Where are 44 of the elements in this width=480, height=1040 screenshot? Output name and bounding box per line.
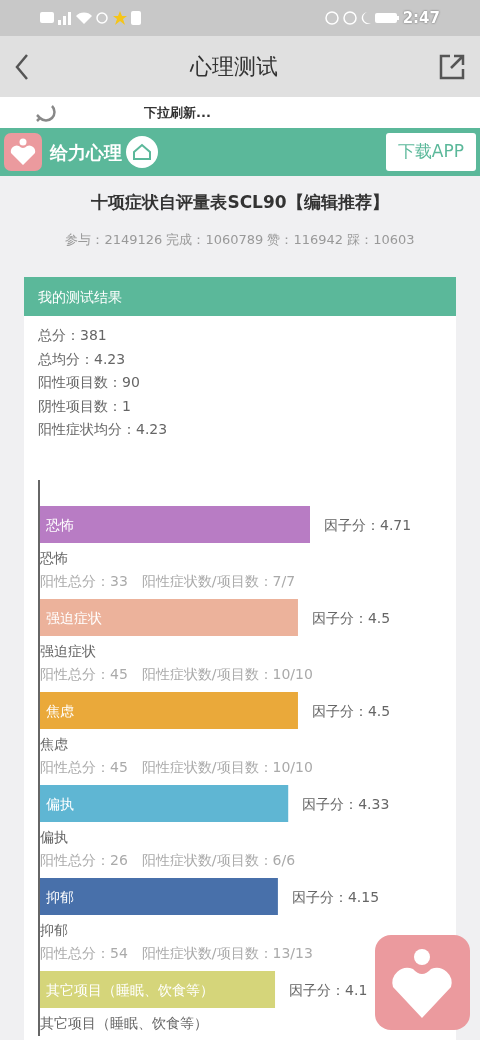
battery-icon <box>374 12 399 24</box>
result-line: 阳性症状均分：4.23 <box>38 420 169 439</box>
factor-score: 因子分：4.15 <box>291 888 380 905</box>
refresh-icon <box>34 102 56 123</box>
signal-icon <box>58 11 72 25</box>
bar-label: 偏执 <box>46 795 74 812</box>
factor-detail: 阳性总分：54 阳性症状数/项目数：13/13 <box>40 944 313 961</box>
factor-score: 因子分：4.33 <box>302 795 390 812</box>
share-icon[interactable] <box>438 52 466 81</box>
bar-label: 恐怖 <box>46 516 74 533</box>
page-title: 心理测试 <box>190 53 278 81</box>
download-app-button[interactable]: 下载APP <box>385 133 476 171</box>
factor-detail: 阳性总分：45 阳性症状数/项目数：10/10 <box>40 758 313 775</box>
factor-name: 焦虑 <box>40 735 68 752</box>
test-title: 十项症状自评量表SCL90【编辑推荐】 <box>90 191 390 214</box>
factor-name: 抑郁 <box>40 921 68 938</box>
back-icon[interactable] <box>14 52 30 81</box>
result-line: 阴性项目数：1 <box>38 396 132 416</box>
factor-name: 恐怖 <box>40 549 68 566</box>
result-line: 总均分：4.23 <box>38 349 127 369</box>
bar-label: 焦虑 <box>46 702 74 719</box>
brand-name: 给力心理 <box>50 140 122 165</box>
factor-name: 其它项目（睡眠、饮食等） <box>40 1014 208 1031</box>
factor-score: 因子分：4.1 <box>289 981 368 998</box>
factor-score: 因子分：4.5 <box>311 702 391 719</box>
factor-name: 偏执 <box>40 828 68 845</box>
bar-label: 抑郁 <box>46 888 74 905</box>
bar-label: 其它项目（睡眠、饮食等） <box>46 981 214 998</box>
factor-score: 因子分：4.71 <box>324 516 412 533</box>
result-line: 总分：381 <box>38 326 108 345</box>
factor-detail: 阳性总分：45 阳性症状数/项目数：10/10 <box>40 665 313 682</box>
app-logo-icon <box>4 133 42 171</box>
factor-score: 因子分：4.5 <box>311 609 391 626</box>
pull-refresh-text: 下拉刷新... <box>144 103 211 122</box>
moon-icon <box>360 11 371 25</box>
bar-label: 强迫症状 <box>46 609 102 626</box>
factor-name: 强迫症状 <box>40 642 96 659</box>
test-stats: 参与：2149126 完成：1060789 赞：116942 踩：10603 <box>64 230 416 249</box>
wifi-icon <box>76 12 92 24</box>
card-header: 我的测试结果 <box>24 277 456 316</box>
result-line: 阳性项目数：90 <box>38 373 141 392</box>
factor-detail: 阳性总分：26 阳性症状数/项目数：6/6 <box>40 851 296 868</box>
factor-detail: 阳性总分：33 阳性症状数/项目数：7/7 <box>40 572 296 589</box>
star-icon <box>113 11 127 25</box>
